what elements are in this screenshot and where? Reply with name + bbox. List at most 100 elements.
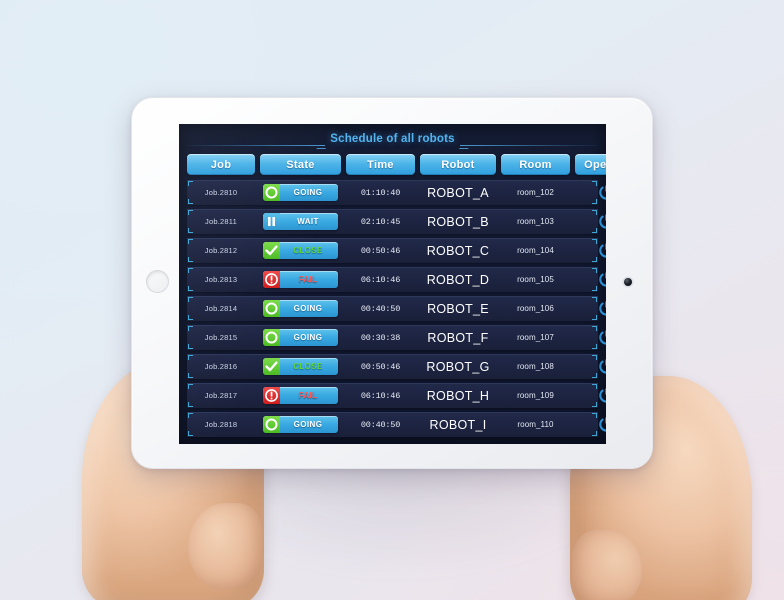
row-corner-bracket: [592, 315, 597, 320]
status-badge-label: GOING: [293, 420, 323, 429]
circle-outline-icon: [263, 300, 280, 317]
left-hand-thumb-group: [78, 318, 268, 600]
cell-room: room_102: [501, 180, 570, 205]
column-header-job[interactable]: Job: [187, 154, 255, 175]
row-corner-bracket: [188, 257, 193, 262]
robot-name-label: ROBOT_G: [426, 359, 490, 374]
home-button[interactable]: [146, 270, 169, 293]
status-badge[interactable]: FAIL: [263, 271, 338, 288]
room-label: room_105: [517, 275, 554, 284]
status-badge-label: GOING: [293, 304, 323, 313]
cell-robot: ROBOT_D: [420, 267, 496, 292]
page-title: Schedule of all robots: [330, 133, 455, 145]
power-icon[interactable]: [597, 270, 606, 289]
room-label: room_104: [517, 246, 554, 255]
row-corner-bracket: [592, 239, 597, 244]
status-badge[interactable]: WAIT: [263, 213, 338, 230]
check-icon: [263, 242, 280, 259]
row-corner-bracket: [188, 297, 193, 302]
robot-name-label: ROBOT_B: [427, 214, 489, 229]
status-badge[interactable]: GOING: [263, 300, 338, 317]
time-label: 00:40:50: [360, 303, 401, 314]
room-label: room_102: [517, 188, 554, 197]
cell-operate: [575, 180, 606, 205]
column-header-operate[interactable]: Operate: [575, 154, 606, 175]
row-corner-bracket: [592, 286, 597, 291]
row-corner-bracket: [188, 199, 193, 204]
cell-room: room_104: [501, 238, 570, 263]
row-corner-bracket: [592, 228, 597, 233]
pause-icon: [263, 213, 280, 230]
cell-room: room_105: [501, 267, 570, 292]
status-badge[interactable]: CLOSE: [263, 242, 338, 259]
cell-room: room_103: [501, 209, 570, 234]
row-corner-bracket: [188, 228, 193, 233]
power-icon[interactable]: [597, 212, 606, 231]
status-badge[interactable]: FAIL: [263, 387, 338, 404]
circle-outline-icon: [263, 184, 280, 201]
job-id-label: Job.2810: [204, 188, 238, 197]
robot-name-label: ROBOT_H: [426, 388, 490, 403]
cell-state: FAIL: [260, 267, 341, 292]
power-icon[interactable]: [597, 241, 606, 260]
cell-job: Job.2812: [187, 238, 255, 263]
cell-time: 06:10:46: [346, 267, 415, 292]
table-row[interactable]: Job.2813 FAIL 06:10:46 ROBOT_D room_105: [187, 267, 606, 292]
row-corner-bracket: [592, 297, 597, 302]
cell-room: room_106: [501, 296, 570, 321]
cell-time: 00:40:50: [346, 412, 415, 437]
power-icon[interactable]: [597, 299, 606, 318]
status-badge[interactable]: GOING: [263, 329, 338, 346]
exclamation-icon: [263, 271, 280, 288]
cell-time: 00:40:50: [346, 296, 415, 321]
cell-robot: ROBOT_G: [420, 354, 496, 379]
cell-state: GOING: [260, 325, 341, 350]
cell-time: 00:50:46: [346, 238, 415, 263]
cell-operate: [575, 296, 606, 321]
table-header-row: JobStateTimeRobotRoomOperate: [179, 154, 606, 175]
room-label: room_107: [517, 333, 554, 342]
cell-robot: ROBOT_I: [420, 412, 496, 437]
row-corner-bracket: [188, 239, 193, 244]
job-id-label: Job.2814: [204, 304, 238, 313]
cell-job: Job.2810: [187, 180, 255, 205]
status-badge-label: GOING: [293, 333, 323, 342]
column-header-room[interactable]: Room: [501, 154, 570, 175]
cell-state: CLOSE: [260, 238, 341, 263]
robot-name-label: ROBOT_F: [427, 330, 489, 345]
status-badge-label: CLOSE: [293, 362, 323, 371]
status-badge[interactable]: GOING: [263, 416, 338, 433]
title-bar: Schedule of all robots: [179, 124, 606, 154]
room-label: room_110: [517, 420, 554, 429]
status-badge[interactable]: CLOSE: [263, 358, 338, 375]
row-corner-bracket: [592, 181, 597, 186]
table-row[interactable]: Job.2810 GOING 01:10:40 ROBOT_A room_102: [187, 180, 606, 205]
cell-job: Job.2811: [187, 209, 255, 234]
table-row[interactable]: Job.2811 WAIT 02:10:45 ROBOT_B room_103: [187, 209, 606, 234]
column-header-state[interactable]: State: [260, 154, 341, 175]
time-label: 00:40:50: [360, 419, 401, 430]
cell-operate: [575, 209, 606, 234]
column-header-time[interactable]: Time: [346, 154, 415, 175]
status-badge[interactable]: GOING: [263, 184, 338, 201]
time-label: 06:10:46: [360, 390, 401, 401]
row-corner-bracket: [592, 257, 597, 262]
room-label: room_106: [517, 304, 554, 313]
time-label: 00:30:38: [360, 332, 401, 343]
power-icon[interactable]: [597, 183, 606, 202]
cell-robot: ROBOT_H: [420, 383, 496, 408]
status-badge-label: FAIL: [298, 391, 318, 400]
column-header-robot[interactable]: Robot: [420, 154, 496, 175]
room-label: room_108: [517, 362, 554, 371]
status-badge-label: FAIL: [298, 275, 318, 284]
table-row[interactable]: Job.2812 CLOSE 00:50:46 ROBOT_C room_104: [187, 238, 606, 263]
time-label: 00:50:46: [360, 245, 401, 256]
cell-time: 00:50:46: [346, 354, 415, 379]
time-label: 01:10:40: [360, 187, 401, 198]
cell-state: WAIT: [260, 209, 341, 234]
cell-robot: ROBOT_A: [420, 180, 496, 205]
cell-time: 00:30:38: [346, 325, 415, 350]
right-hand-thumb-group: [560, 330, 760, 600]
robot-name-label: ROBOT_I: [429, 417, 487, 432]
cell-robot: ROBOT_C: [420, 238, 496, 263]
